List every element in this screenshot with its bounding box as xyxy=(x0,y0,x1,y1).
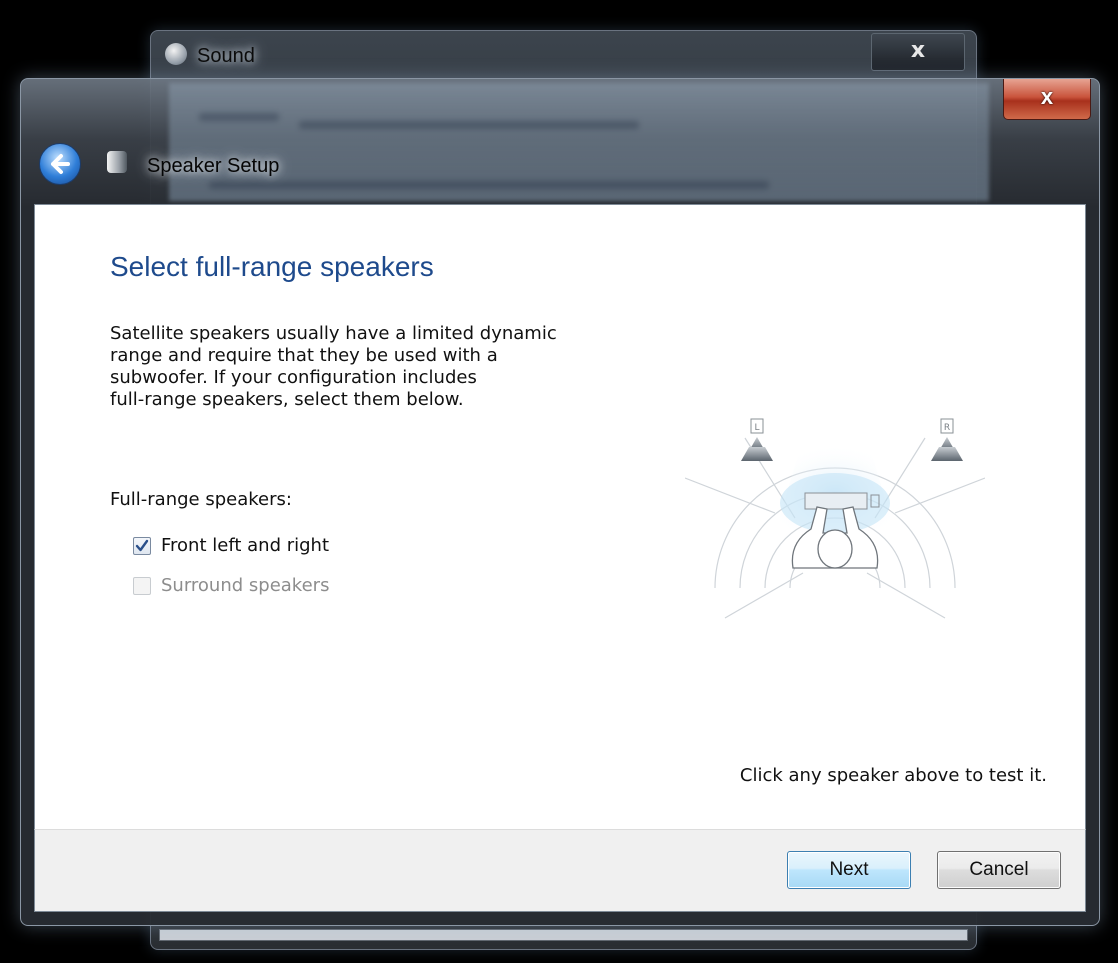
blurred-text xyxy=(299,121,639,129)
next-button[interactable]: Next xyxy=(787,851,911,889)
back-button[interactable] xyxy=(39,143,81,185)
description-line: subwoofer. If your configuration include… xyxy=(110,367,477,388)
sound-window-bottom xyxy=(159,929,968,941)
dialog-title: Speaker Setup xyxy=(147,155,280,177)
front-left-right-label[interactable]: Front left and right xyxy=(161,535,329,556)
sound-icon xyxy=(165,43,187,65)
button-bar: Next Cancel xyxy=(34,829,1086,912)
cancel-button[interactable]: Cancel xyxy=(937,851,1061,889)
right-speaker-label: R xyxy=(944,423,950,433)
right-speaker[interactable]: R xyxy=(931,418,963,461)
description-line: range and require that they be used with… xyxy=(110,345,498,366)
description-line: full-range speakers, select them below. xyxy=(110,389,464,410)
page-heading: Select full-range speakers xyxy=(110,251,434,282)
content-panel: Select full-range speakers Satellite spe… xyxy=(34,204,1086,830)
full-range-label: Full-range speakers: xyxy=(110,489,292,510)
test-hint: Click any speaker above to test it. xyxy=(739,765,1047,786)
front-left-right-option[interactable]: Front left and right xyxy=(133,535,329,556)
sound-close-button[interactable]: x xyxy=(871,33,965,71)
surround-checkbox xyxy=(133,576,151,595)
surround-label: Surround speakers xyxy=(161,575,330,596)
front-left-right-checkbox[interactable] xyxy=(133,536,151,555)
description-line: Satellite speakers usually have a limite… xyxy=(110,323,557,344)
speaker-setup-dialog: x Speaker Setup Select full-range speake… xyxy=(20,78,1100,926)
sound-window-title: Sound xyxy=(197,45,255,67)
surround-option: Surround speakers xyxy=(133,575,329,596)
blurred-text xyxy=(199,113,279,121)
blurred-text xyxy=(209,181,769,189)
glass-see-through xyxy=(169,83,989,201)
speaker-icon xyxy=(107,151,127,173)
back-arrow-icon xyxy=(51,154,70,174)
left-speaker-label: L xyxy=(754,423,759,433)
close-button[interactable]: x xyxy=(1003,79,1091,120)
speaker-diagram: L R xyxy=(685,418,985,619)
description: Satellite speakers usually have a limite… xyxy=(110,323,650,411)
checkmark-icon xyxy=(135,539,149,551)
